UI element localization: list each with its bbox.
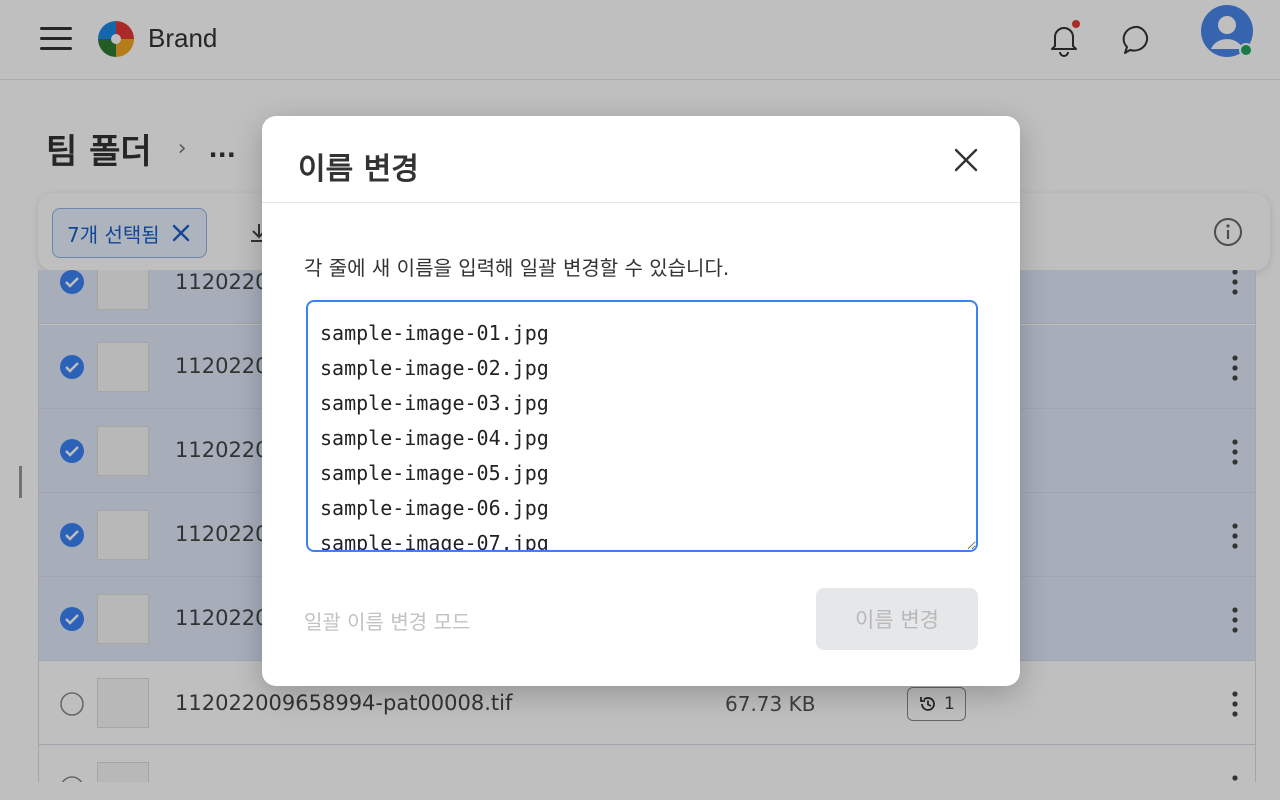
dialog-description: 각 줄에 새 이름을 입력해 일괄 변경할 수 있습니다.: [304, 256, 730, 280]
new-names-textarea[interactable]: [306, 300, 978, 552]
bulk-rename-mode-button[interactable]: 일괄 이름 변경 모드: [304, 590, 470, 650]
close-icon[interactable]: [948, 142, 984, 178]
rename-dialog: 이름 변경 각 줄에 새 이름을 입력해 일괄 변경할 수 있습니다. 일괄 이…: [262, 116, 1020, 686]
dialog-title: 이름 변경: [298, 152, 419, 187]
dialog-divider: [262, 202, 1020, 203]
rename-button[interactable]: 이름 변경: [816, 588, 978, 650]
